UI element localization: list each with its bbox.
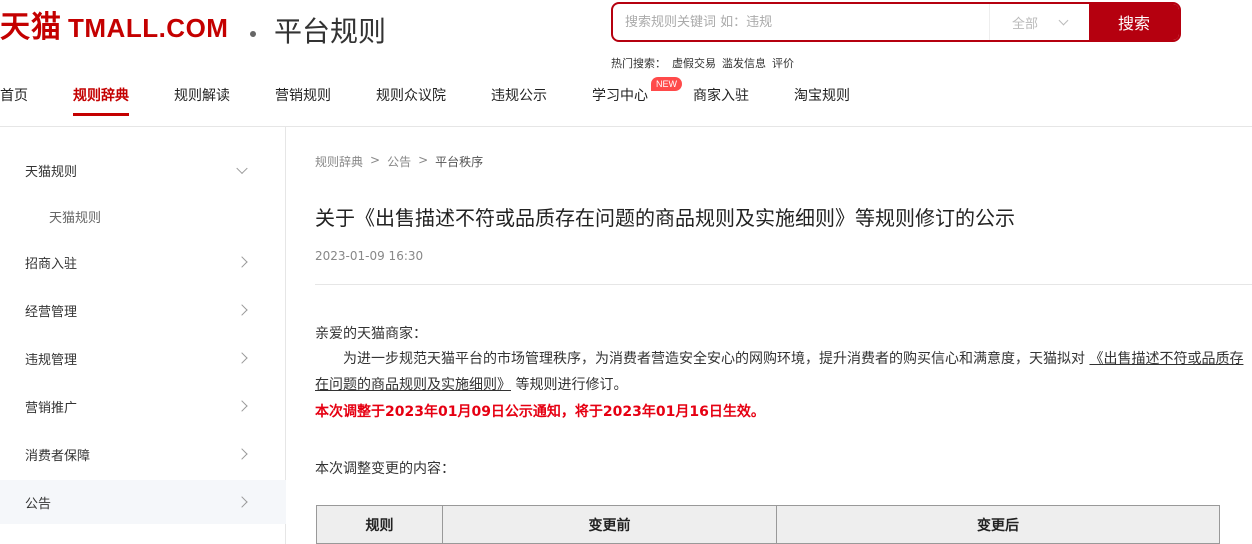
search-scope-label: 全部 <box>1011 16 1038 32</box>
nav-item-learning-center-label: 学习中心 <box>592 88 648 104</box>
breadcrumb-item[interactable]: 规则辞典 <box>315 153 363 170</box>
breadcrumb-separator: > <box>418 153 429 167</box>
nav-item-taobao-rules[interactable]: 淘宝规则 <box>794 80 850 116</box>
changes-label: 本次调整变更的内容： <box>315 461 455 477</box>
search-input[interactable] <box>613 4 989 40</box>
nav-item-learning-center[interactable]: 学习中心 NEW <box>592 77 682 116</box>
table-header-after: 变更后 <box>776 505 1220 544</box>
table-header-rule: 规则 <box>316 505 443 544</box>
sidebar-subitem-tmall-rules[interactable]: 天猫规则 <box>0 194 286 238</box>
sidebar: 天猫规则 天猫规则 招商入驻 经营管理 违规管理 营销推广 消费者保障 公告 <box>0 127 286 544</box>
intro-text-end: 等规则进行修订。 <box>511 377 628 393</box>
breadcrumb-item[interactable]: 公告 <box>387 153 411 170</box>
hot-search-item[interactable]: 虚假交易 <box>672 55 716 71</box>
content-divider <box>315 284 1252 285</box>
breadcrumb: 规则辞典 > 公告 > 平台秩序 <box>315 153 483 170</box>
search-scope-select[interactable]: 全部 <box>989 4 1089 40</box>
table-header-row: 规则 变更前 变更后 <box>316 505 1220 544</box>
main-nav: 首页 规则辞典 规则解读 营销规则 规则众议院 违规公示 学习中心 NEW 商家… <box>0 77 895 116</box>
chevron-right-icon <box>236 448 248 460</box>
sidebar-item-tmall-rules[interactable]: 天猫规则 <box>0 148 286 192</box>
sidebar-item-label: 经营管理 <box>25 304 78 320</box>
nav-item-home[interactable]: 首页 <box>0 80 28 116</box>
intro-text: 为进一步规范天猫平台的市场管理秩序，为消费者营造安全安心的网购环境，提升消费者的… <box>343 351 1090 367</box>
nav-item-rule-dictionary[interactable]: 规则辞典 <box>73 80 129 116</box>
tmall-logo[interactable]: 天猫 TMALL.COM <box>0 4 228 52</box>
sidebar-item-label: 招商入驻 <box>25 256 78 272</box>
sidebar-item-label: 违规管理 <box>25 352 78 368</box>
sidebar-item-merchant-recruitment[interactable]: 招商入驻 <box>0 240 286 284</box>
chevron-right-icon <box>236 256 248 268</box>
new-badge: NEW <box>651 77 682 91</box>
title-separator-dot <box>250 31 256 37</box>
search-button[interactable]: 搜索 <box>1089 4 1179 40</box>
table-header-before: 变更前 <box>442 505 777 544</box>
sidebar-item-label: 天猫规则 <box>49 210 102 226</box>
sidebar-item-label: 天猫规则 <box>25 164 78 180</box>
breadcrumb-separator: > <box>370 153 381 167</box>
article-title: 关于《出售描述不符或品质存在问题的商品规则及实施细则》等规则修订的公示 <box>315 206 1015 230</box>
logo-en-text: TMALL.COM <box>68 13 229 43</box>
sidebar-item-marketing-promotion[interactable]: 营销推广 <box>0 384 286 428</box>
site-title: 平台规则 <box>274 15 387 48</box>
chevron-down-icon <box>236 162 248 175</box>
sidebar-item-operation-management[interactable]: 经营管理 <box>0 288 286 332</box>
effective-date-notice: 本次调整于2023年01月09日公示通知，将于2023年01月16日生效。 <box>315 404 765 420</box>
logo-cn-text: 天猫 <box>0 10 62 45</box>
sidebar-item-label: 公告 <box>25 496 52 512</box>
sidebar-item-label: 营销推广 <box>25 400 78 416</box>
chevron-down-icon <box>1058 15 1069 25</box>
chevron-right-icon <box>236 304 248 316</box>
chevron-right-icon <box>236 496 248 508</box>
hot-searches: 热门搜索： 虚假交易 滥发信息 评价 <box>611 55 794 71</box>
sidebar-item-consumer-protection[interactable]: 消费者保障 <box>0 432 286 476</box>
breadcrumb-current[interactable]: 平台秩序 <box>435 153 483 170</box>
nav-item-violation-notices[interactable]: 违规公示 <box>491 80 547 116</box>
article-date: 2023-01-09 16:30 <box>315 249 424 263</box>
intro-paragraph: 为进一步规范天猫平台的市场管理秩序，为消费者营造安全安心的网购环境，提升消费者的… <box>315 346 1252 398</box>
sidebar-item-violation-management[interactable]: 违规管理 <box>0 336 286 380</box>
chevron-right-icon <box>236 352 248 364</box>
hot-search-item[interactable]: 评价 <box>772 55 794 71</box>
search-bar: 全部 搜索 <box>611 2 1181 42</box>
sidebar-item-label: 消费者保障 <box>25 448 91 464</box>
sidebar-item-announcements[interactable]: 公告 <box>0 480 286 524</box>
nav-item-marketing-rules[interactable]: 营销规则 <box>275 80 331 116</box>
nav-item-rule-interpretation[interactable]: 规则解读 <box>174 80 230 116</box>
chevron-right-icon <box>236 400 248 412</box>
nav-item-rule-council[interactable]: 规则众议院 <box>376 80 446 116</box>
greeting-text: 亲爱的天猫商家： <box>315 326 427 342</box>
nav-item-merchant-join[interactable]: 商家入驻 <box>693 80 749 116</box>
changes-table: 规则 变更前 变更后 <box>316 505 1220 544</box>
hot-search-label: 热门搜索： <box>611 57 666 70</box>
hot-search-item[interactable]: 滥发信息 <box>722 55 766 71</box>
